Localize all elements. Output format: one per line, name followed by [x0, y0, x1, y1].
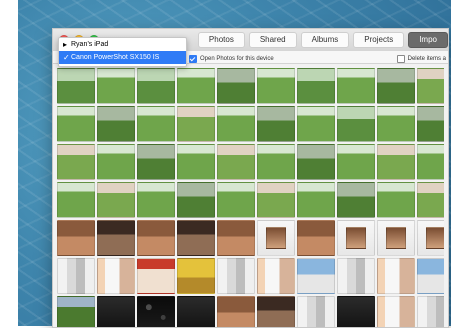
- photo-thumbnail[interactable]: [377, 144, 415, 180]
- device-dropdown-menu[interactable]: ▸ Ryan’s iPad ✓ Canon PowerShot SX150 IS: [58, 37, 187, 67]
- delete-items-label: Delete items a: [407, 56, 446, 62]
- photo-thumbnail[interactable]: [257, 220, 295, 256]
- photo-thumbnail[interactable]: [137, 144, 175, 180]
- photo-thumbnail[interactable]: [137, 258, 175, 294]
- photo-thumbnail[interactable]: [417, 258, 444, 294]
- photo-thumbnail[interactable]: [97, 220, 135, 256]
- photo-thumbnail[interactable]: [97, 106, 135, 142]
- photo-thumbnail[interactable]: [417, 296, 444, 327]
- open-photos-checkbox[interactable]: [189, 55, 197, 63]
- photo-thumbnail[interactable]: [97, 144, 135, 180]
- photo-thumbnail[interactable]: [377, 258, 415, 294]
- photo-thumbnail[interactable]: [297, 258, 335, 294]
- photo-thumbnail[interactable]: [57, 106, 95, 142]
- photo-thumbnail[interactable]: [177, 220, 215, 256]
- photo-thumbnail[interactable]: [137, 296, 175, 327]
- photo-thumbnail[interactable]: [137, 220, 175, 256]
- photo-thumbnail[interactable]: [417, 144, 444, 180]
- tab-import[interactable]: Impo: [408, 32, 448, 48]
- photo-thumbnail[interactable]: [257, 144, 295, 180]
- photo-thumbnail[interactable]: [57, 296, 95, 327]
- photo-thumbnail[interactable]: [417, 182, 444, 218]
- photo-thumbnail[interactable]: [417, 68, 444, 104]
- photo-thumbnail[interactable]: [377, 68, 415, 104]
- photo-thumbnail[interactable]: [217, 106, 255, 142]
- photo-thumbnail[interactable]: [57, 182, 95, 218]
- photo-thumbnail[interactable]: [217, 220, 255, 256]
- photo-thumbnail[interactable]: [177, 106, 215, 142]
- open-photos-label: Open Photos for this device: [200, 56, 274, 62]
- photos-window: Photos Shared Albums Projects Impo ▸ Rya…: [52, 28, 449, 328]
- photo-thumbnail[interactable]: [177, 144, 215, 180]
- photo-thumbnail[interactable]: [297, 68, 335, 104]
- photo-thumbnail[interactable]: [377, 296, 415, 327]
- tab-projects[interactable]: Projects: [353, 32, 405, 48]
- device-menu-item-label: Ryan’s iPad: [71, 41, 109, 48]
- photo-thumbnail[interactable]: [337, 220, 375, 256]
- delete-items-option[interactable]: Delete items a: [396, 54, 446, 64]
- photo-thumbnail[interactable]: [177, 258, 215, 294]
- photo-thumbnail[interactable]: [97, 182, 135, 218]
- photo-thumbnail[interactable]: [337, 68, 375, 104]
- tab-albums[interactable]: Albums: [300, 32, 350, 48]
- tab-shared[interactable]: Shared: [248, 32, 297, 48]
- top-tabs: Photos Shared Albums Projects Impo: [197, 32, 448, 48]
- tab-photos[interactable]: Photos: [197, 32, 245, 48]
- checkmark-icon: ✓: [63, 53, 70, 62]
- photo-thumbnail[interactable]: [177, 68, 215, 104]
- device-menu-item-camera[interactable]: ✓ Canon PowerShot SX150 IS: [59, 51, 186, 64]
- device-menu-item-ipad[interactable]: ▸ Ryan’s iPad: [59, 38, 186, 51]
- left-margin: [0, 0, 18, 326]
- photo-thumbnail[interactable]: [297, 220, 335, 256]
- photo-thumbnail[interactable]: [297, 296, 335, 327]
- photo-thumbnail[interactable]: [217, 144, 255, 180]
- open-photos-option[interactable]: Open Photos for this device: [189, 54, 274, 64]
- device-menu-item-label: Canon PowerShot SX150 IS: [71, 54, 160, 61]
- photo-thumbnail[interactable]: [377, 220, 415, 256]
- photo-thumbnail[interactable]: [337, 296, 375, 327]
- photo-thumbnail[interactable]: [297, 182, 335, 218]
- photo-thumbnail[interactable]: [417, 106, 444, 142]
- photo-thumbnail[interactable]: [137, 106, 175, 142]
- photo-thumbnail[interactable]: [217, 68, 255, 104]
- photo-thumbnail[interactable]: [297, 144, 335, 180]
- photo-thumbnail[interactable]: [137, 182, 175, 218]
- photo-thumbnail[interactable]: [217, 258, 255, 294]
- photo-thumbnail[interactable]: [97, 68, 135, 104]
- photo-thumbnail[interactable]: [337, 258, 375, 294]
- delete-items-checkbox[interactable]: [396, 55, 405, 63]
- photo-thumbnail[interactable]: [177, 182, 215, 218]
- photo-thumbnail[interactable]: [257, 68, 295, 104]
- photo-thumbnail[interactable]: [417, 220, 444, 256]
- photo-thumbnail[interactable]: [137, 68, 175, 104]
- photo-thumbnail[interactable]: [217, 296, 255, 327]
- photo-thumbnail[interactable]: [97, 296, 135, 327]
- photo-thumbnail[interactable]: [217, 182, 255, 218]
- photo-thumbnail[interactable]: [377, 182, 415, 218]
- photo-thumbnail[interactable]: [337, 182, 375, 218]
- photo-thumbnail[interactable]: [257, 182, 295, 218]
- photo-thumbnail[interactable]: [377, 106, 415, 142]
- photo-thumbnail[interactable]: [337, 106, 375, 142]
- photo-thumbnail[interactable]: [177, 296, 215, 327]
- photo-thumbnail[interactable]: [297, 106, 335, 142]
- photo-thumbnail[interactable]: [257, 296, 295, 327]
- photo-thumbnail[interactable]: [57, 68, 95, 104]
- photo-thumbnail[interactable]: [57, 220, 95, 256]
- photo-thumbnail[interactable]: [57, 258, 95, 294]
- photo-thumbnail[interactable]: [257, 258, 295, 294]
- photo-thumbnail[interactable]: [337, 144, 375, 180]
- import-thumbnail-grid: [57, 68, 444, 327]
- photo-thumbnail[interactable]: [57, 144, 95, 180]
- photo-thumbnail[interactable]: [97, 258, 135, 294]
- menu-bullet-icon: ▸: [63, 40, 68, 49]
- photo-thumbnail[interactable]: [257, 106, 295, 142]
